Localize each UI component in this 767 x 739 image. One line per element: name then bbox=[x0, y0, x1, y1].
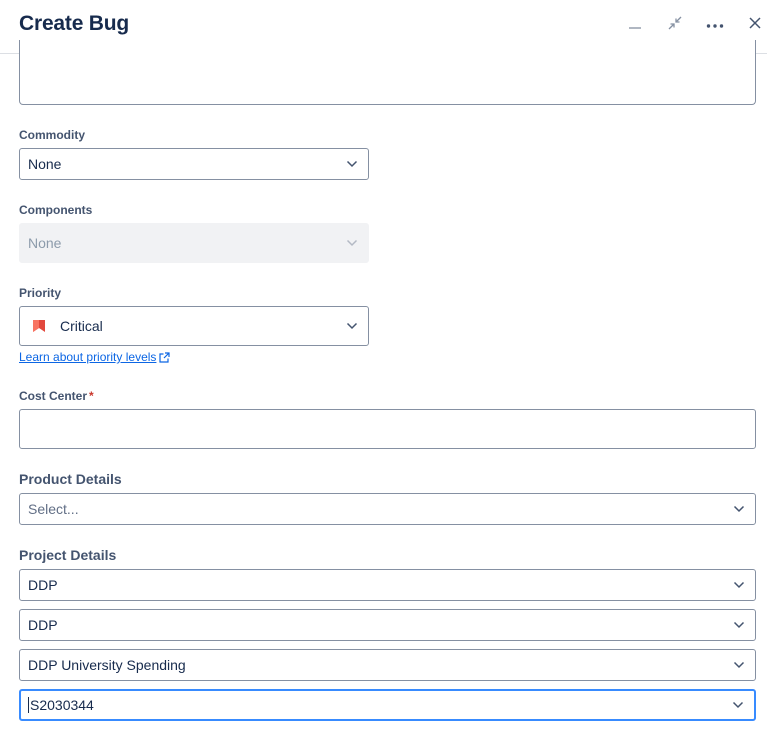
chevron-down-icon bbox=[733, 503, 745, 515]
components-value: None bbox=[28, 235, 62, 251]
chevron-down-icon bbox=[732, 699, 744, 711]
priority-critical-icon bbox=[32, 318, 48, 334]
minimize-icon bbox=[628, 16, 642, 35]
commodity-value: None bbox=[28, 156, 62, 172]
priority-select[interactable]: Critical bbox=[19, 306, 369, 346]
project-details-label: Project Details bbox=[19, 547, 117, 563]
chevron-down-icon bbox=[346, 237, 358, 249]
close-icon bbox=[748, 16, 762, 35]
cost-center-label: Cost Center * bbox=[19, 389, 94, 403]
components-label: Components bbox=[19, 203, 93, 217]
collapse-icon bbox=[668, 16, 682, 35]
product-details-label: Product Details bbox=[19, 471, 122, 487]
project-details-select-2[interactable]: DDP bbox=[19, 609, 756, 641]
collapse-button[interactable] bbox=[663, 13, 687, 37]
priority-levels-link[interactable]: Learn about priority levels bbox=[19, 350, 171, 364]
project-details-select-4[interactable]: S2030344 bbox=[19, 689, 756, 721]
chevron-down-icon bbox=[733, 619, 745, 631]
chevron-down-icon bbox=[346, 158, 358, 170]
priority-label: Priority bbox=[19, 286, 62, 300]
more-icon bbox=[706, 16, 724, 34]
close-button[interactable] bbox=[743, 13, 767, 37]
project-details-select-3[interactable]: DDP University Spending bbox=[19, 649, 756, 681]
required-marker: * bbox=[89, 389, 94, 403]
cost-center-input[interactable] bbox=[19, 409, 756, 449]
description-textarea[interactable] bbox=[19, 40, 756, 105]
project-details-value-4: S2030344 bbox=[30, 697, 94, 713]
project-details-value-2: DDP bbox=[28, 617, 58, 633]
more-actions-button[interactable] bbox=[703, 13, 727, 37]
components-select: None bbox=[19, 223, 369, 263]
chevron-down-icon bbox=[733, 659, 745, 671]
commodity-select[interactable]: None bbox=[19, 148, 369, 180]
external-link-icon bbox=[159, 351, 171, 363]
priority-value: Critical bbox=[60, 318, 103, 334]
product-details-placeholder: Select... bbox=[28, 501, 79, 517]
product-details-select[interactable]: Select... bbox=[19, 493, 756, 525]
commodity-label: Commodity bbox=[19, 128, 85, 142]
project-details-select-1[interactable]: DDP bbox=[19, 569, 756, 601]
text-cursor bbox=[28, 697, 29, 713]
priority-levels-link-text: Learn about priority levels bbox=[19, 350, 157, 364]
project-details-value-3: DDP University Spending bbox=[28, 657, 186, 673]
minimize-button[interactable] bbox=[623, 13, 647, 37]
chevron-down-icon bbox=[733, 579, 745, 591]
modal-title: Create Bug bbox=[19, 12, 130, 35]
cost-center-label-text: Cost Center bbox=[19, 389, 88, 403]
chevron-down-icon bbox=[346, 320, 358, 332]
project-details-value-1: DDP bbox=[28, 577, 58, 593]
